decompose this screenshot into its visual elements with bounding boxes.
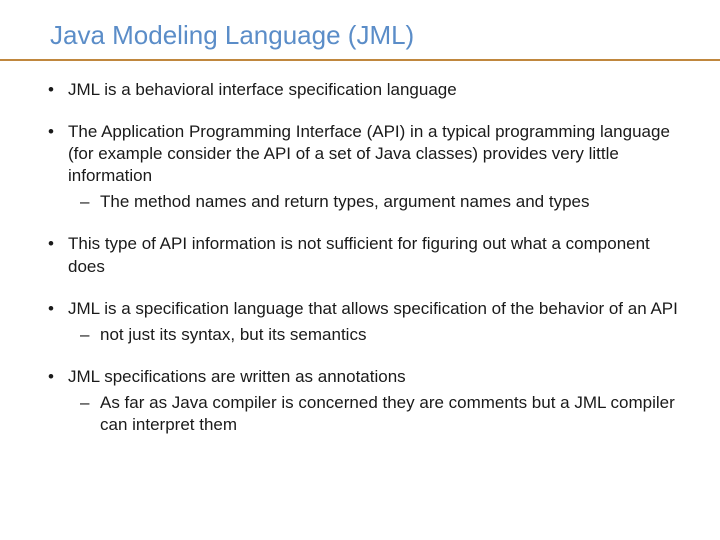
bullet-item: JML specifications are written as annota… [40,366,680,436]
bullet-item: This type of API information is not suff… [40,233,680,277]
bullet-text: This type of API information is not suff… [68,234,650,275]
bullet-text: The Application Programming Interface (A… [68,122,670,185]
slide-content: JML is a behavioral interface specificat… [0,79,720,436]
sub-bullet-text: The method names and return types, argum… [100,192,590,211]
bullet-item: JML is a behavioral interface specificat… [40,79,680,101]
sub-bullet-item: As far as Java compiler is concerned the… [68,392,680,436]
sub-bullet-text: As far as Java compiler is concerned the… [100,393,675,434]
sub-list: not just its syntax, but its semantics [68,324,680,346]
bullet-text: JML is a specification language that all… [68,299,678,318]
bullet-text: JML is a behavioral interface specificat… [68,80,457,99]
sub-list: The method names and return types, argum… [68,191,680,213]
slide: Java Modeling Language (JML) JML is a be… [0,0,720,540]
bullet-item: JML is a specification language that all… [40,298,680,346]
sub-bullet-item: not just its syntax, but its semantics [68,324,680,346]
title-divider [0,59,720,61]
bullet-item: The Application Programming Interface (A… [40,121,680,213]
sub-bullet-text: not just its syntax, but its semantics [100,325,366,344]
bullet-text: JML specifications are written as annota… [68,367,406,386]
bullet-list: JML is a behavioral interface specificat… [40,79,680,436]
sub-list: As far as Java compiler is concerned the… [68,392,680,436]
slide-title: Java Modeling Language (JML) [0,20,720,59]
sub-bullet-item: The method names and return types, argum… [68,191,680,213]
